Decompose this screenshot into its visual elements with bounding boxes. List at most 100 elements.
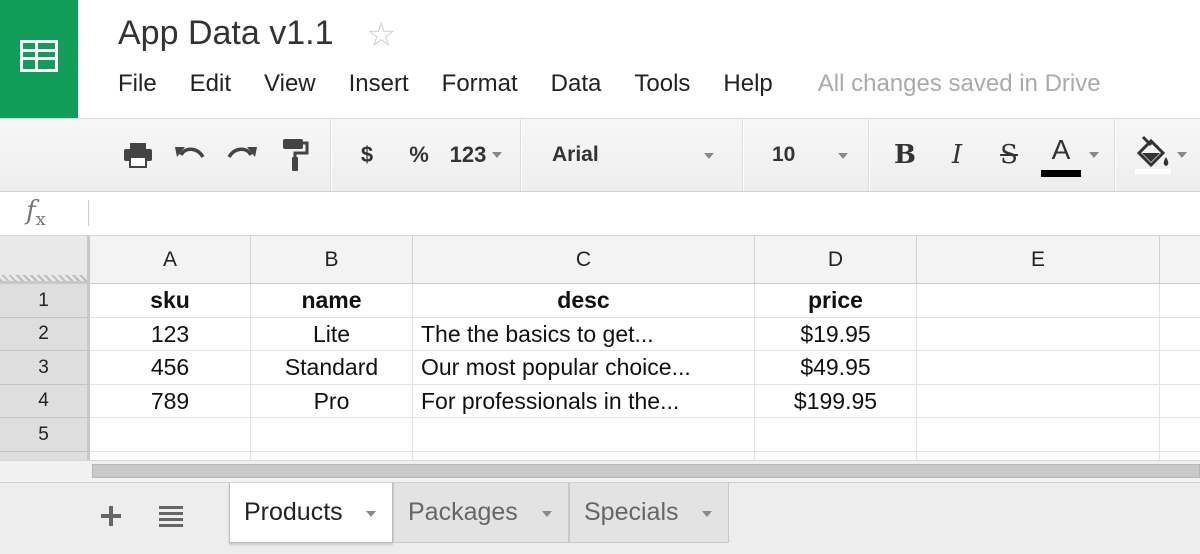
currency-format-button[interactable]: $ (352, 119, 382, 191)
redo-button[interactable] (222, 119, 262, 191)
cell-c6[interactable] (413, 452, 755, 460)
column-header-b[interactable]: B (251, 236, 413, 284)
cell-b4[interactable]: Pro (251, 385, 413, 418)
cell-a5[interactable] (90, 418, 251, 452)
sheet-tab-packages[interactable]: Packages (393, 483, 569, 543)
cell-f3[interactable] (1160, 351, 1200, 385)
sheets-logo-icon[interactable] (0, 0, 78, 118)
sheet-tab-label: Packages (408, 498, 518, 526)
cell-d5[interactable] (755, 418, 917, 452)
column-header-c[interactable]: C (413, 236, 755, 284)
chevron-down-icon[interactable] (366, 511, 376, 517)
cell-b3[interactable]: Standard (251, 351, 413, 385)
row-header-3[interactable]: 3 (0, 351, 90, 385)
row-header-2[interactable]: 2 (0, 318, 90, 351)
cell-f1[interactable] (1160, 284, 1200, 318)
chevron-down-icon (704, 153, 714, 159)
chevron-down-icon[interactable] (702, 511, 712, 517)
select-all-corner[interactable] (0, 236, 90, 284)
sheet-tab-label: Products (244, 498, 343, 526)
cell-b5[interactable] (251, 418, 413, 452)
font-family-value: Arial (552, 143, 599, 166)
print-button[interactable] (118, 119, 158, 191)
toolbar-separator (868, 119, 870, 191)
star-icon[interactable]: ☆ (366, 18, 396, 52)
bold-button[interactable]: B (888, 119, 922, 191)
cell-e3[interactable] (917, 351, 1160, 385)
menu-help[interactable]: Help (723, 70, 772, 98)
text-color-label: A (1051, 134, 1071, 165)
toolbar-separator (742, 119, 744, 191)
menu-tools[interactable]: Tools (634, 70, 690, 98)
add-sheet-button[interactable] (90, 495, 132, 537)
cell-e5[interactable] (917, 418, 1160, 452)
sheet-tab-products[interactable]: Products (229, 483, 393, 543)
cell-c3[interactable]: Our most popular choice... (413, 351, 755, 385)
cell-e4[interactable] (917, 385, 1160, 418)
undo-button[interactable] (170, 119, 210, 191)
chevron-down-icon[interactable] (542, 511, 552, 517)
chevron-down-icon (492, 152, 503, 158)
cell-d2[interactable]: $19.95 (755, 318, 917, 351)
font-family-dropdown[interactable]: Arial (552, 119, 722, 191)
fill-color-dropdown[interactable] (1128, 119, 1192, 191)
cell-a1[interactable]: sku (90, 284, 251, 318)
cell-e6[interactable] (917, 452, 1160, 460)
cell-e1[interactable] (917, 284, 1160, 318)
strikethrough-button[interactable]: S (992, 119, 1026, 191)
cell-a4[interactable]: 789 (90, 385, 251, 418)
cell-d3[interactable]: $49.95 (755, 351, 917, 385)
toolbar-separator (330, 119, 332, 191)
column-header-f[interactable] (1160, 236, 1200, 284)
sheet-tab-label: Specials (584, 498, 679, 526)
all-sheets-button[interactable] (150, 495, 192, 537)
cell-f4[interactable] (1160, 385, 1200, 418)
cell-a2[interactable]: 123 (90, 318, 251, 351)
row-header-6[interactable] (0, 452, 90, 460)
chevron-down-icon (1089, 152, 1099, 158)
cell-a3[interactable]: 456 (90, 351, 251, 385)
italic-button[interactable]: I (940, 119, 974, 191)
cell-e2[interactable] (917, 318, 1160, 351)
column-header-e[interactable]: E (917, 236, 1160, 284)
text-color-icon: A (1039, 133, 1083, 177)
cell-c5[interactable] (413, 418, 755, 452)
column-header-a[interactable]: A (90, 236, 251, 284)
text-color-dropdown[interactable]: A (1036, 119, 1102, 191)
scrollbar-thumb[interactable] (92, 464, 1200, 478)
cell-f2[interactable] (1160, 318, 1200, 351)
menu-view[interactable]: View (264, 70, 316, 98)
row-header-5[interactable]: 5 (0, 418, 90, 452)
percent-format-button[interactable]: % (402, 119, 436, 191)
cell-f5[interactable] (1160, 418, 1200, 452)
row-header-1[interactable]: 1 (0, 284, 90, 318)
chevron-down-icon (838, 153, 848, 159)
formula-input[interactable] (98, 198, 1188, 230)
font-size-dropdown[interactable]: 10 (772, 119, 852, 191)
cell-b1[interactable]: name (251, 284, 413, 318)
number-format-label: 123 (449, 142, 487, 167)
cell-b2[interactable]: Lite (251, 318, 413, 351)
paint-format-button[interactable] (274, 119, 314, 191)
cell-c1[interactable]: desc (413, 284, 755, 318)
toolbar: $ % 123 Arial 10 B I S A (0, 118, 1200, 192)
menu-insert[interactable]: Insert (349, 70, 409, 98)
sheet-tab-specials[interactable]: Specials (569, 483, 729, 543)
cell-d1[interactable]: price (755, 284, 917, 318)
cell-c2[interactable]: The the basics to get... (413, 318, 755, 351)
row-header-4[interactable]: 4 (0, 385, 90, 418)
menu-data[interactable]: Data (551, 70, 602, 98)
cell-c4[interactable]: For professionals in the... (413, 385, 755, 418)
cell-b6[interactable] (251, 452, 413, 460)
column-header-d[interactable]: D (755, 236, 917, 284)
menu-edit[interactable]: Edit (190, 70, 231, 98)
menu-format[interactable]: Format (442, 70, 518, 98)
cell-d4[interactable]: $199.95 (755, 385, 917, 418)
document-title[interactable]: App Data v1.1 (118, 14, 333, 53)
toolbar-separator (1114, 119, 1116, 191)
horizontal-scrollbar[interactable] (90, 460, 1200, 482)
number-format-dropdown[interactable]: 123 (446, 119, 506, 191)
cell-a6[interactable] (90, 452, 251, 460)
cell-d6[interactable] (755, 452, 917, 460)
menu-file[interactable]: File (118, 70, 157, 98)
